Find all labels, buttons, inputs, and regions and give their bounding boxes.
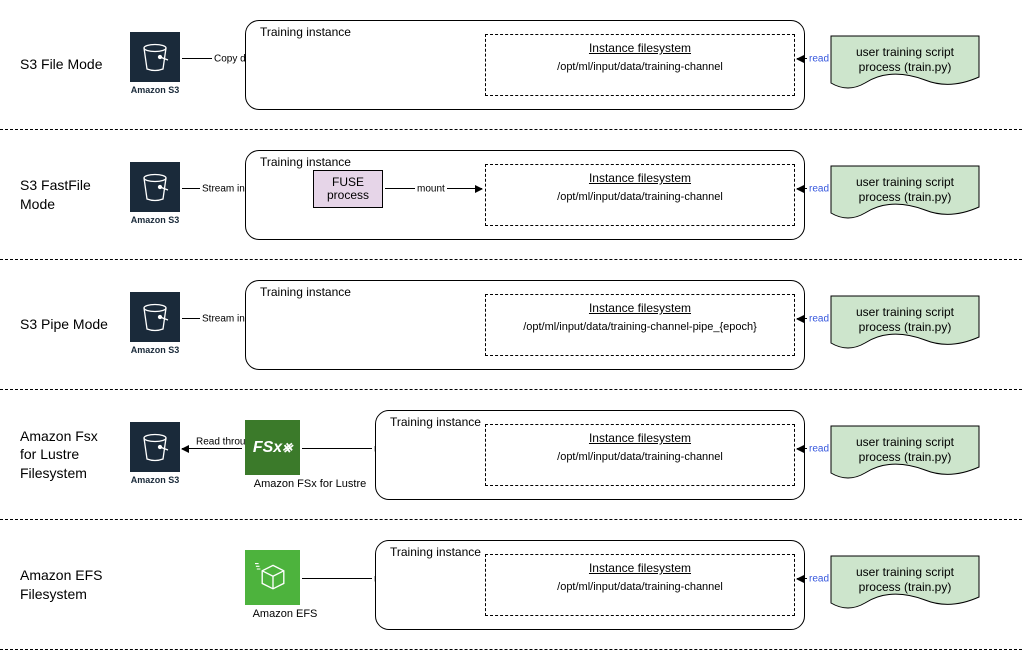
fsx-icon: FSx⨳ Amazon FSx for Lustre bbox=[245, 420, 375, 490]
fs-title: Instance filesystem bbox=[486, 561, 794, 575]
training-instance-label: Training instance bbox=[260, 155, 351, 169]
fs-path: /opt/ml/input/data/training-channel-pipe… bbox=[486, 321, 794, 333]
flow-area: Amazon S3 Stream in realtime Training in… bbox=[110, 140, 1022, 249]
row-efs: Amazon EFS Filesystem Amazon EFS mount T… bbox=[0, 520, 1022, 650]
row-label: S3 FastFile Mode bbox=[0, 176, 110, 212]
instance-filesystem-box: Instance filesystem /opt/ml/input/data/t… bbox=[485, 34, 795, 96]
efs-caption: Amazon EFS bbox=[245, 608, 325, 620]
instance-filesystem-box: Instance filesystem /opt/ml/input/data/t… bbox=[485, 164, 795, 226]
s3-caption: Amazon S3 bbox=[130, 345, 180, 355]
training-instance-label: Training instance bbox=[390, 415, 481, 429]
s3-bucket-icon bbox=[130, 292, 180, 342]
arrow-mount: mount bbox=[385, 188, 482, 189]
training-instance-label: Training instance bbox=[260, 285, 351, 299]
flow-area: Amazon EFS mount Training instance Insta… bbox=[110, 530, 1022, 639]
script-text: user training script process (train.py) bbox=[830, 295, 980, 350]
row-label: S3 Pipe Mode bbox=[0, 315, 110, 333]
read-label: read bbox=[807, 444, 831, 455]
read-label: read bbox=[807, 54, 831, 65]
fs-title: Instance filesystem bbox=[486, 41, 794, 55]
row-fsx-lustre: Amazon Fsx for Lustre Filesystem Amazon … bbox=[0, 390, 1022, 520]
fuse-label: FUSE process bbox=[314, 176, 382, 202]
s3-icon: Amazon S3 bbox=[130, 162, 180, 225]
s3-bucket-icon bbox=[130, 422, 180, 472]
script-text: user training script process (train.py) bbox=[830, 165, 980, 220]
read-label: read bbox=[807, 314, 831, 325]
row-s3-file-mode: S3 File Mode Amazon S3 Copy dataset ahea… bbox=[0, 0, 1022, 130]
s3-icon: Amazon S3 bbox=[130, 292, 180, 355]
s3-caption: Amazon S3 bbox=[130, 475, 180, 485]
flow-area: Amazon S3 Copy dataset ahead of time Tra… bbox=[110, 10, 1022, 119]
flow-area: Amazon S3 Read through FSx⨳ Amazon FSx f… bbox=[110, 400, 1022, 509]
instance-filesystem-box: Instance filesystem /opt/ml/input/data/t… bbox=[485, 294, 795, 356]
fs-path: /opt/ml/input/data/training-channel bbox=[486, 61, 794, 73]
arrow-read: read bbox=[797, 188, 830, 189]
s3-bucket-icon bbox=[130, 32, 180, 82]
training-instance-label: Training instance bbox=[260, 25, 351, 39]
fsx-logo-icon: FSx⨳ bbox=[245, 420, 300, 475]
s3-icon: Amazon S3 bbox=[130, 32, 180, 95]
user-script-doc: user training script process (train.py) bbox=[830, 295, 980, 350]
fs-path: /opt/ml/input/data/training-channel bbox=[486, 451, 794, 463]
s3-caption: Amazon S3 bbox=[130, 215, 180, 225]
read-label: read bbox=[807, 574, 831, 585]
user-script-doc: user training script process (train.py) bbox=[830, 165, 980, 220]
arrow-read-through: Read through bbox=[182, 448, 242, 449]
flow-area: Amazon S3 Stream in realtime Training in… bbox=[110, 270, 1022, 379]
s3-caption: Amazon S3 bbox=[130, 85, 180, 95]
user-script-doc: user training script process (train.py) bbox=[830, 35, 980, 90]
arrow-read: read bbox=[797, 578, 830, 579]
user-script-doc: user training script process (train.py) bbox=[830, 425, 980, 480]
read-label: read bbox=[807, 184, 831, 195]
mount-label: mount bbox=[415, 184, 447, 195]
fsx-caption: Amazon FSx for Lustre bbox=[245, 478, 375, 490]
fs-title: Instance filesystem bbox=[486, 431, 794, 445]
instance-filesystem-box: Instance filesystem /opt/ml/input/data/t… bbox=[485, 424, 795, 486]
arrow-read: read bbox=[797, 58, 830, 59]
training-instance-label: Training instance bbox=[390, 545, 481, 559]
fs-title: Instance filesystem bbox=[486, 171, 794, 185]
row-s3-fastfile-mode: S3 FastFile Mode Amazon S3 Stream in rea… bbox=[0, 130, 1022, 260]
script-text: user training script process (train.py) bbox=[830, 425, 980, 480]
efs-icon: Amazon EFS bbox=[245, 550, 325, 620]
user-script-doc: user training script process (train.py) bbox=[830, 555, 980, 610]
fs-path: /opt/ml/input/data/training-channel bbox=[486, 191, 794, 203]
arrow-read: read bbox=[797, 318, 830, 319]
row-label: S3 File Mode bbox=[0, 55, 110, 73]
efs-cube-icon bbox=[245, 550, 300, 605]
s3-bucket-icon bbox=[130, 162, 180, 212]
script-text: user training script process (train.py) bbox=[830, 555, 980, 610]
row-label: Amazon EFS Filesystem bbox=[0, 566, 110, 602]
arrow-read: read bbox=[797, 448, 830, 449]
instance-filesystem-box: Instance filesystem /opt/ml/input/data/t… bbox=[485, 554, 795, 616]
script-text: user training script process (train.py) bbox=[830, 35, 980, 90]
fs-title: Instance filesystem bbox=[486, 301, 794, 315]
s3-icon: Amazon S3 bbox=[130, 422, 180, 485]
row-s3-pipe-mode: S3 Pipe Mode Amazon S3 Stream in realtim… bbox=[0, 260, 1022, 390]
fs-path: /opt/ml/input/data/training-channel bbox=[486, 581, 794, 593]
fuse-process-box: FUSE process bbox=[313, 170, 383, 208]
row-label: Amazon Fsx for Lustre Filesystem bbox=[0, 427, 110, 482]
